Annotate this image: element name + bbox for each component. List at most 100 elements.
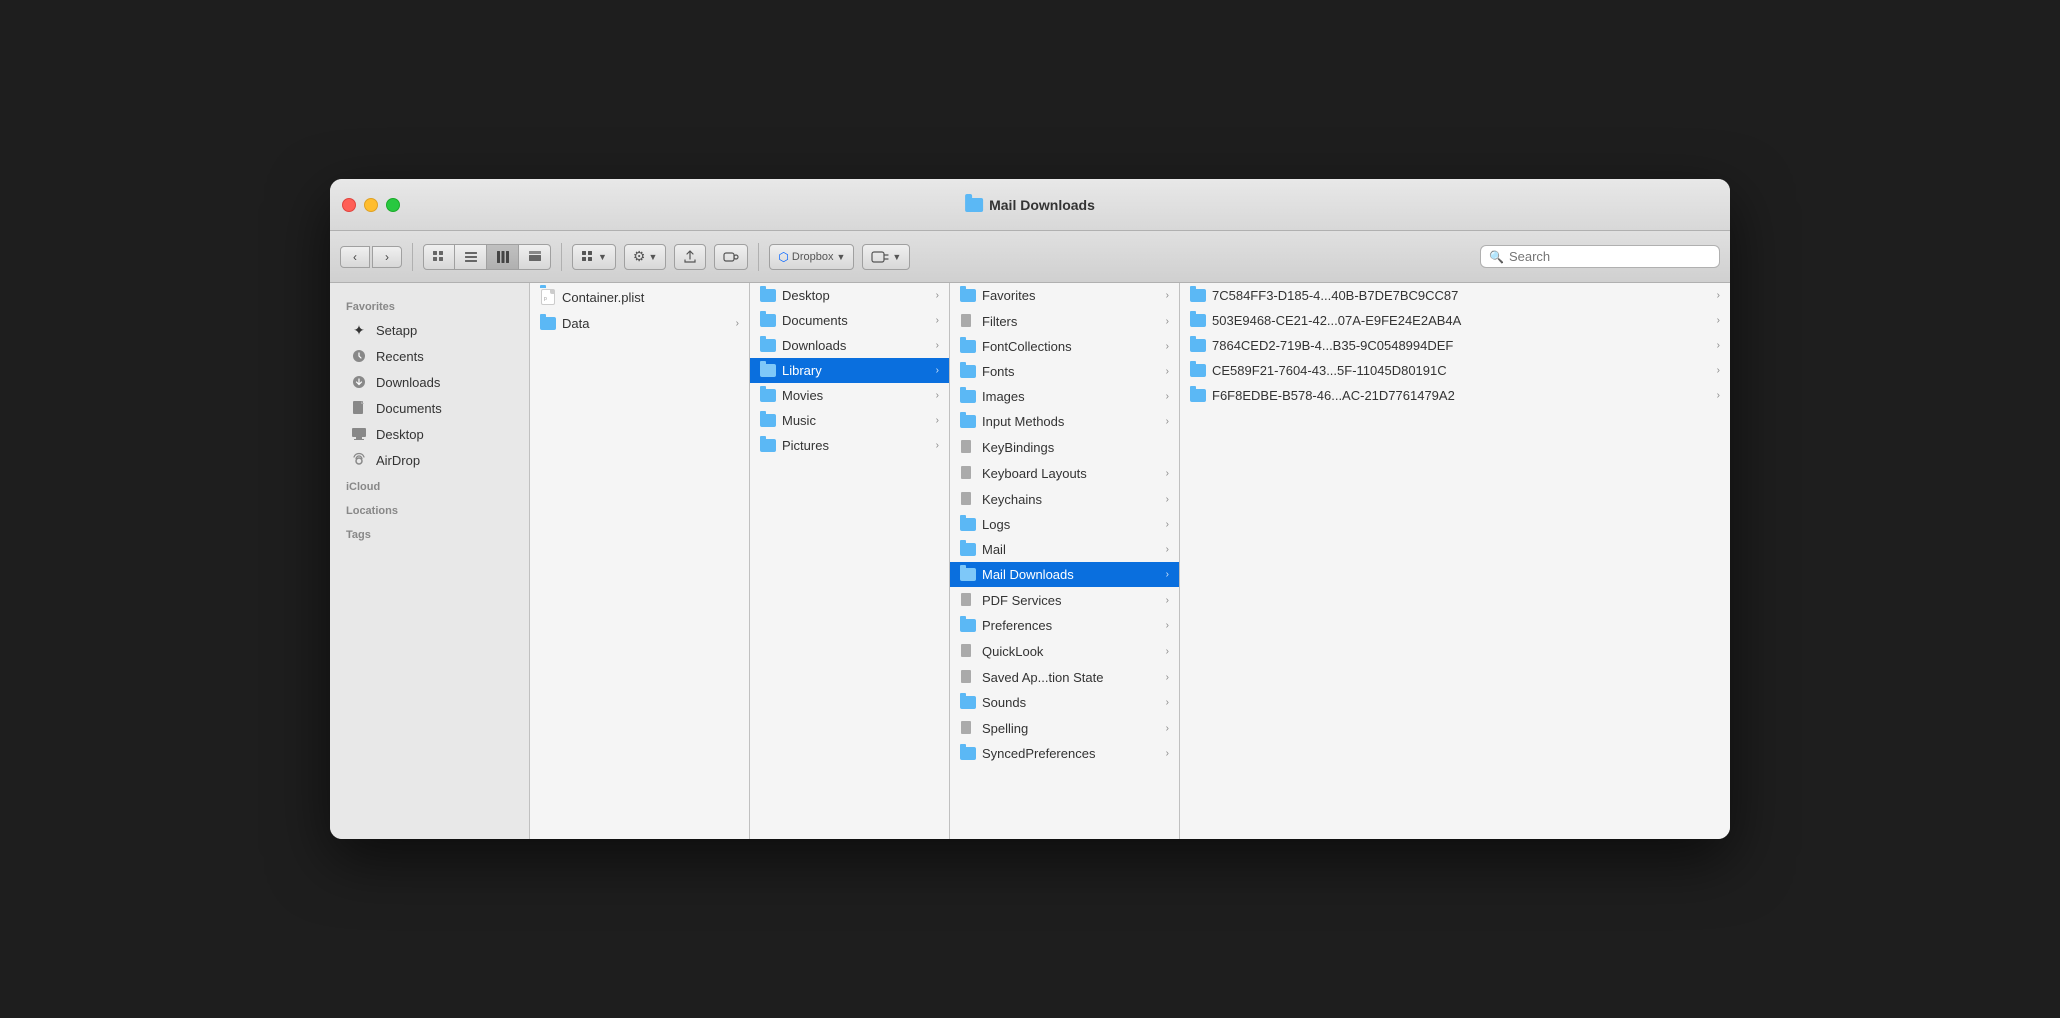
chevron-icon: ›: [936, 415, 939, 426]
icon-view-button[interactable]: [423, 244, 455, 270]
item-label: Keyboard Layouts: [982, 466, 1087, 481]
list-item[interactable]: Mail ›: [950, 537, 1179, 562]
list-item[interactable]: Fonts ›: [950, 359, 1179, 384]
list-item[interactable]: Images ›: [950, 384, 1179, 409]
item-label: SyncedPreferences: [982, 746, 1095, 761]
chevron-icon: ›: [1166, 672, 1169, 683]
setapp-icon: ✦: [350, 321, 368, 339]
sidebar-item-documents[interactable]: Documents: [334, 395, 525, 421]
list-item[interactable]: Input Methods ›: [950, 409, 1179, 434]
list-item[interactable]: Spelling ›: [950, 715, 1179, 741]
folder-icon: [960, 619, 976, 632]
list-item[interactable]: Music ›: [750, 408, 949, 433]
item-label: FontCollections: [982, 339, 1072, 354]
item-label: Desktop: [782, 288, 830, 303]
sidebar-item-downloads[interactable]: Downloads: [334, 369, 525, 395]
item-label: KeyBindings: [982, 440, 1054, 455]
chevron-icon: ›: [936, 315, 939, 326]
folder-icon: [960, 340, 976, 353]
plain-icon: [960, 491, 976, 507]
list-item[interactable]: Data ›: [530, 311, 749, 336]
maximize-button[interactable]: [386, 198, 400, 212]
column-view-button[interactable]: [487, 244, 519, 270]
action-button[interactable]: ⚙ ▼: [624, 244, 666, 270]
tag-button[interactable]: [714, 244, 748, 270]
list-item[interactable]: Logs ›: [950, 512, 1179, 537]
search-input[interactable]: [1509, 249, 1711, 264]
list-item[interactable]: Pictures ›: [750, 433, 949, 458]
list-item[interactable]: Documents ›: [750, 308, 949, 333]
chevron-icon: ›: [1166, 595, 1169, 606]
list-item[interactable]: 7C584FF3-D185-4...40B-B7DE7BC9CC87 ›: [1180, 283, 1730, 308]
locations-section-title: Locations: [330, 497, 529, 521]
chevron-icon: ›: [1717, 340, 1720, 351]
chevron-icon: ›: [1166, 697, 1169, 708]
column-4: 7C584FF3-D185-4...40B-B7DE7BC9CC87 › 503…: [1180, 283, 1730, 839]
sidebar-item-desktop[interactable]: Desktop: [334, 421, 525, 447]
list-item[interactable]: QuickLook ›: [950, 638, 1179, 664]
toolbar-separator-2: [561, 243, 562, 271]
close-button[interactable]: [342, 198, 356, 212]
sidebar-item-airdrop[interactable]: AirDrop: [334, 447, 525, 473]
list-view-button[interactable]: [455, 244, 487, 270]
item-label: Mail: [982, 542, 1006, 557]
window-title: Mail Downloads: [989, 197, 1095, 213]
forward-button[interactable]: ›: [372, 246, 402, 268]
group-by-button[interactable]: ▼: [572, 244, 616, 270]
minimize-button[interactable]: [364, 198, 378, 212]
share-button[interactable]: [674, 244, 706, 270]
chevron-icon: ›: [936, 290, 939, 301]
item-label: Movies: [782, 388, 823, 403]
chevron-icon: ›: [1717, 390, 1720, 401]
content-area: Favorites ✦ Setapp Recents: [330, 283, 1730, 839]
item-label: Saved Ap...tion State: [982, 670, 1103, 685]
coverflow-view-button[interactable]: [519, 244, 551, 270]
list-item[interactable]: SyncedPreferences ›: [950, 741, 1179, 766]
folder-icon-selected: [960, 568, 976, 581]
chevron-icon: ›: [1166, 748, 1169, 759]
plain-icon: [960, 313, 976, 329]
list-item[interactable]: Preferences ›: [950, 613, 1179, 638]
list-item[interactable]: 7864CED2-719B-4...B35-9C0548994DEF ›: [1180, 333, 1730, 358]
item-label: Sounds: [982, 695, 1026, 710]
chevron-icon: ›: [1166, 366, 1169, 377]
list-item-selected[interactable]: Library ›: [750, 358, 949, 383]
window-title-area: Mail Downloads: [965, 197, 1095, 213]
plain-icon: [960, 643, 976, 659]
list-item[interactable]: Keychains ›: [950, 486, 1179, 512]
folder-icon: [1190, 339, 1206, 352]
list-item[interactable]: CE589F21-7604-43...5F-11045D80191C ›: [1180, 358, 1730, 383]
chevron-icon: ›: [1166, 519, 1169, 530]
list-item-mail-downloads[interactable]: Mail Downloads ›: [950, 562, 1179, 587]
sidebar-item-recents[interactable]: Recents: [334, 343, 525, 369]
list-item[interactable]: FontCollections ›: [950, 334, 1179, 359]
list-item[interactable]: Favorites ›: [950, 283, 1179, 308]
plain-icon: [960, 720, 976, 736]
folder-icon: [1190, 289, 1206, 302]
list-item[interactable]: Desktop ›: [750, 283, 949, 308]
item-label: 503E9468-CE21-42...07A-E9FE24E2AB4A: [1212, 313, 1461, 328]
list-item[interactable]: Filters ›: [950, 308, 1179, 334]
list-item[interactable]: 503E9468-CE21-42...07A-E9FE24E2AB4A ›: [1180, 308, 1730, 333]
more-button[interactable]: ▼: [862, 244, 910, 270]
sidebar-item-setapp-label: Setapp: [376, 323, 417, 338]
sidebar-item-setapp[interactable]: ✦ Setapp: [334, 317, 525, 343]
list-item[interactable]: F6F8EDBE-B578-46...AC-21D7761479A2 ›: [1180, 383, 1730, 408]
list-item[interactable]: Saved Ap...tion State ›: [950, 664, 1179, 690]
back-button[interactable]: ‹: [340, 246, 370, 268]
list-item[interactable]: Keyboard Layouts ›: [950, 460, 1179, 486]
dropbox-button[interactable]: ⬡ Dropbox ▼: [769, 244, 854, 270]
folder-icon: [960, 415, 976, 428]
list-item[interactable]: PDF Services ›: [950, 587, 1179, 613]
item-label: Mail Downloads: [982, 567, 1074, 582]
item-label: Logs: [982, 517, 1010, 532]
item-label: 7C584FF3-D185-4...40B-B7DE7BC9CC87: [1212, 288, 1458, 303]
list-item[interactable]: p Container.plist: [530, 283, 749, 311]
list-item[interactable]: Downloads ›: [750, 333, 949, 358]
list-item[interactable]: KeyBindings: [950, 434, 1179, 460]
list-item[interactable]: Movies ›: [750, 383, 949, 408]
list-item[interactable]: Sounds ›: [950, 690, 1179, 715]
toolbar-separator-3: [758, 243, 759, 271]
sidebar: Favorites ✦ Setapp Recents: [330, 283, 530, 839]
search-box[interactable]: 🔍: [1480, 245, 1720, 268]
